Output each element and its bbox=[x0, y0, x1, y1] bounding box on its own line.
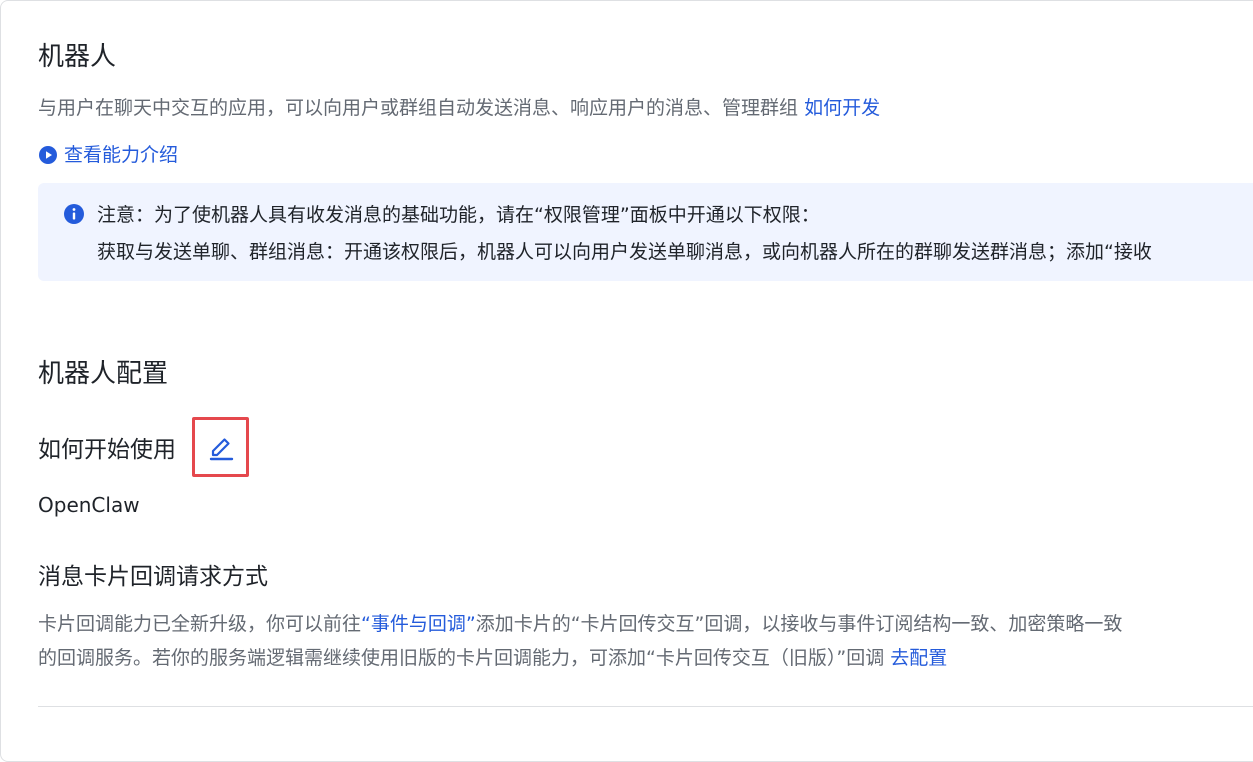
permission-notice: 注意：为了使机器人具有收发消息的基础功能，请在“权限管理”面板中开通以下权限： … bbox=[38, 183, 1253, 281]
how-to-start-value: OpenClaw bbox=[38, 493, 140, 517]
page-description: 与用户在聊天中交互的应用，可以向用户或群组自动发送消息、响应用户的消息、管理群组… bbox=[38, 94, 880, 122]
capability-intro-link[interactable]: 查看能力介绍 bbox=[38, 141, 178, 169]
how-to-start-label: 如何开始使用 bbox=[38, 437, 176, 463]
info-circle-icon bbox=[63, 203, 85, 225]
notice-line-1: 注意：为了使机器人具有收发消息的基础功能，请在“权限管理”面板中开通以下权限： bbox=[97, 204, 820, 226]
section-divider bbox=[38, 706, 1253, 707]
card-callback-text-3: 的回调服务。若你的服务端逻辑需继续使用旧版的卡片回调能力，可添加“卡片回传交互（… bbox=[38, 647, 891, 669]
card-callback-title: 消息卡片回调请求方式 bbox=[38, 564, 268, 590]
notice-line-2: 获取与发送单聊、群组消息：开通该权限后，机器人可以向用户发送单聊消息，或向机器人… bbox=[97, 241, 1152, 263]
edit-pencil-icon[interactable] bbox=[206, 432, 236, 462]
edit-highlight-box bbox=[192, 417, 249, 477]
robot-settings-card: 机器人 与用户在聊天中交互的应用，可以向用户或群组自动发送消息、响应用户的消息、… bbox=[0, 0, 1253, 762]
card-callback-text-2: 添加卡片的“卡片回传交互”回调，以接收与事件订阅结构一致、加密策略一致 bbox=[475, 613, 1123, 635]
card-callback-description: 卡片回调能力已全新升级，你可以前往“事件与回调”添加卡片的“卡片回传交互”回调，… bbox=[38, 607, 1248, 675]
card-callback-row-1: 卡片回调能力已全新升级，你可以前往“事件与回调”添加卡片的“卡片回传交互”回调，… bbox=[38, 607, 1248, 641]
events-callback-link[interactable]: “事件与回调” bbox=[361, 613, 476, 635]
description-text: 与用户在聊天中交互的应用，可以向用户或群组自动发送消息、响应用户的消息、管理群组 bbox=[38, 97, 799, 119]
play-circle-icon bbox=[38, 145, 58, 165]
page-title: 机器人 bbox=[38, 42, 117, 72]
robot-config-title: 机器人配置 bbox=[38, 359, 169, 389]
how-to-develop-link[interactable]: 如何开发 bbox=[804, 97, 880, 119]
capability-intro-label: 查看能力介绍 bbox=[64, 144, 179, 166]
card-callback-row-2: 的回调服务。若你的服务端逻辑需继续使用旧版的卡片回调能力，可添加“卡片回传交互（… bbox=[38, 641, 1248, 675]
card-callback-text-1: 卡片回调能力已全新升级，你可以前往 bbox=[38, 613, 362, 635]
go-configure-link[interactable]: 去配置 bbox=[890, 647, 947, 669]
